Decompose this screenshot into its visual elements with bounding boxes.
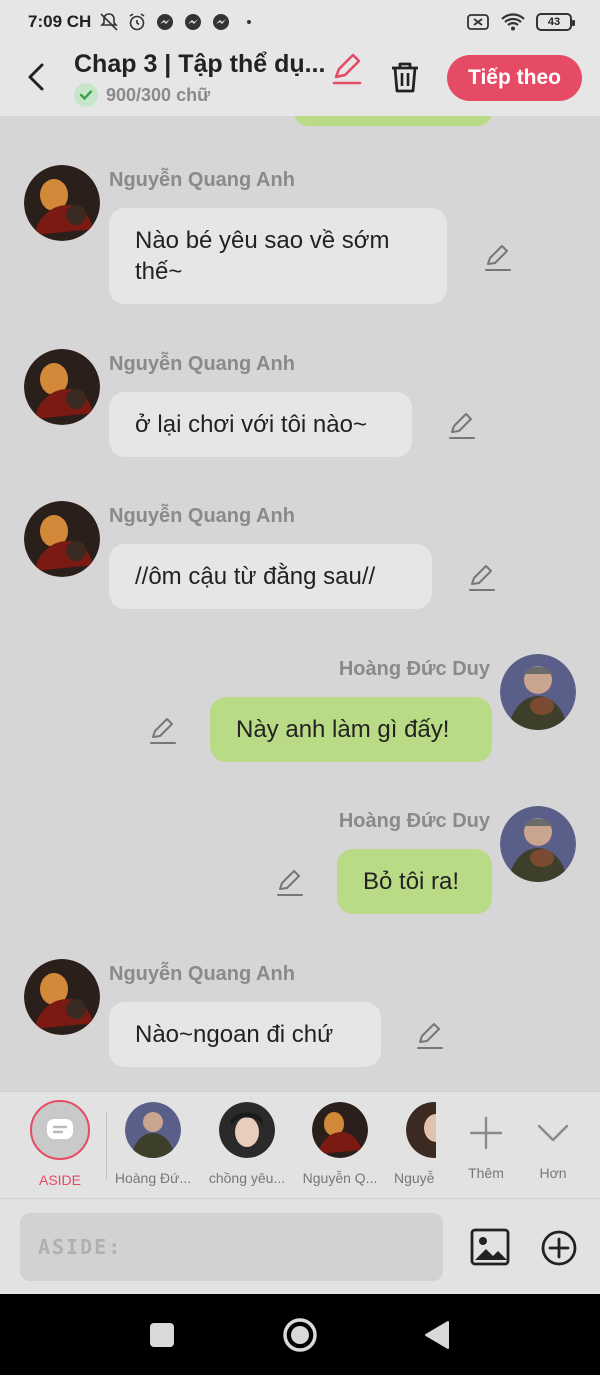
role-item[interactable]: Hoàng Đứ... — [108, 1102, 198, 1186]
status-bar: 7:09 CH 43 — [0, 0, 600, 44]
role-label: ASIDE — [38, 1172, 81, 1188]
avatar — [125, 1102, 181, 1158]
edit-message-button[interactable] — [148, 716, 178, 746]
back-button[interactable] — [20, 60, 54, 94]
divider — [106, 1112, 107, 1180]
plus-icon — [469, 1116, 503, 1150]
plus-circle-icon — [541, 1230, 577, 1266]
input-bar — [0, 1198, 600, 1294]
aside-avatar — [30, 1100, 90, 1160]
role-label: Hơn — [539, 1165, 567, 1181]
role-label: Nguyễn Q... — [302, 1170, 378, 1186]
role-label: chồng yêu... — [208, 1170, 286, 1186]
home-button[interactable] — [281, 1316, 319, 1354]
pencil-icon — [485, 245, 511, 271]
status-right: 43 — [466, 12, 575, 32]
message-bubble[interactable]: //ôm cậu từ đằng sau// — [109, 544, 432, 609]
recent-apps-button[interactable] — [143, 1316, 181, 1354]
square-icon — [150, 1323, 174, 1347]
sender-name: Hoàng Đức Duy — [338, 810, 490, 832]
sender-name: Nguyễn Quang Anh — [109, 505, 295, 527]
char-count-row: 900/300 chữ — [74, 83, 324, 107]
bell-off-icon — [100, 13, 119, 31]
add-button[interactable] — [540, 1229, 578, 1267]
edit-message-button[interactable] — [275, 868, 305, 898]
chat-bubble-icon — [47, 1119, 73, 1139]
sender-name: Nguyễn Quang Anh — [109, 353, 295, 375]
message-bubble[interactable]: Nào~ngoan đi chứ — [109, 1002, 381, 1067]
chapter-header: Chap 3 | Tập thể dụ... 900/300 chữ Tiếp … — [0, 44, 600, 116]
role-aside[interactable]: ASIDE — [15, 1100, 105, 1188]
battery-level: 43 — [547, 16, 561, 28]
message-bubble[interactable]: ở lại chơi với tôi nào~ — [109, 392, 412, 457]
battery-icon: 43 — [536, 13, 575, 31]
wifi-icon — [501, 13, 525, 31]
delete-button[interactable] — [388, 60, 422, 94]
chapter-title[interactable]: Chap 3 | Tập thể dụ... — [74, 50, 324, 79]
pencil-icon — [449, 413, 475, 439]
avatar[interactable] — [500, 806, 576, 882]
role-item[interactable]: Nguyễn Q... — [295, 1102, 385, 1186]
pencil-icon — [332, 53, 362, 85]
system-nav-bar — [0, 1294, 600, 1375]
avatar — [406, 1102, 436, 1158]
pencil-icon — [417, 1023, 443, 1049]
char-count: 900/300 chữ — [106, 84, 211, 105]
edit-message-button[interactable] — [415, 1021, 445, 1051]
avatar[interactable] — [500, 654, 576, 730]
message-bubble[interactable]: Nào bé yêu sao về sớm thế~ — [109, 208, 447, 304]
avatar[interactable] — [24, 165, 100, 241]
partial-message-bubble — [294, 116, 492, 126]
edit-message-button[interactable] — [483, 243, 513, 273]
chat-area[interactable]: Nguyễn Quang Anh Nào bé yêu sao về sớm t… — [0, 116, 600, 1091]
pencil-icon — [277, 870, 303, 896]
add-character-button[interactable]: Thêm — [450, 1102, 522, 1181]
avatar[interactable] — [24, 501, 100, 577]
check-icon — [74, 83, 98, 107]
edit-message-button[interactable] — [467, 563, 497, 593]
messenger-icon — [213, 14, 230, 30]
status-time: 7:09 CH — [28, 12, 92, 31]
pencil-icon — [150, 718, 176, 744]
role-label: Hoàng Đứ... — [114, 1170, 192, 1186]
message-bubble[interactable]: Bỏ tôi ra! — [337, 849, 492, 914]
title-block: Chap 3 | Tập thể dụ... 900/300 chữ — [74, 50, 324, 107]
trash-icon — [392, 62, 418, 93]
messenger-icon — [185, 14, 202, 30]
insert-image-button[interactable] — [470, 1227, 510, 1267]
role-label: Nguyễ — [394, 1170, 435, 1186]
chevron-down-icon — [537, 1124, 569, 1142]
circle-icon — [283, 1318, 317, 1352]
character-selector: ASIDE Hoàng Đứ... chồng yêu... Nguyễn Q.… — [0, 1091, 600, 1198]
sender-name: Hoàng Đức Duy — [338, 658, 490, 680]
no-sim-icon — [467, 14, 489, 30]
messenger-icon — [157, 14, 174, 30]
sender-name: Nguyễn Quang Anh — [109, 169, 295, 191]
back-arrow-icon — [28, 63, 44, 91]
avatar — [312, 1102, 368, 1158]
role-item[interactable]: Nguyễ — [392, 1102, 436, 1186]
alarm-icon — [129, 13, 145, 31]
aside-input[interactable] — [20, 1213, 443, 1281]
avatar[interactable] — [24, 959, 100, 1035]
role-item[interactable]: chồng yêu... — [202, 1102, 292, 1186]
next-button[interactable]: Tiếp theo — [447, 55, 582, 101]
system-back-button[interactable] — [418, 1316, 456, 1354]
edit-message-button[interactable] — [447, 411, 477, 441]
status-left: 7:09 CH — [28, 12, 259, 32]
edit-title-button[interactable] — [330, 52, 364, 86]
image-icon — [470, 1228, 510, 1266]
message-bubble[interactable]: Này anh làm gì đấy! — [210, 697, 492, 762]
expand-characters-button[interactable]: Hơn — [520, 1102, 586, 1181]
sender-name: Nguyễn Quang Anh — [109, 963, 295, 985]
avatar[interactable] — [24, 349, 100, 425]
dot-icon — [247, 20, 252, 24]
triangle-back-icon — [425, 1321, 449, 1349]
pencil-icon — [469, 565, 495, 591]
avatar — [219, 1102, 275, 1158]
role-label: Thêm — [468, 1165, 504, 1181]
